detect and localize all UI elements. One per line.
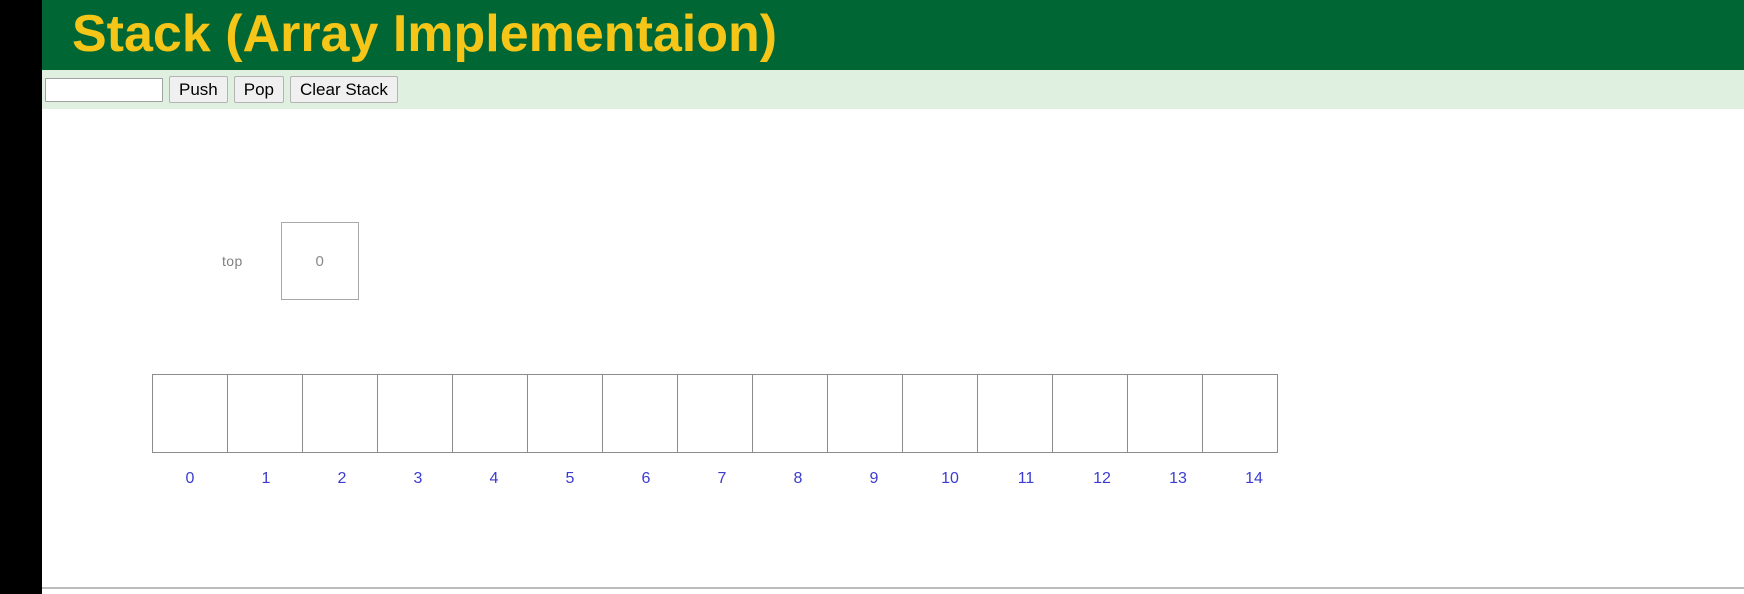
array-cell [303, 375, 378, 453]
stack-array: 0 1 2 3 4 5 6 7 8 9 10 11 12 13 14 [152, 374, 1292, 488]
array-cell [1128, 375, 1203, 453]
array-cell [603, 375, 678, 453]
array-cell [678, 375, 753, 453]
array-index-label: 0 [185, 470, 195, 487]
array-cell [903, 375, 978, 453]
left-black-rail [0, 0, 42, 594]
stack-value-input[interactable] [45, 77, 163, 102]
array-cell [828, 375, 903, 453]
array-index-label: 11 [1017, 470, 1035, 487]
array-index-label: 1 [261, 470, 271, 487]
array-index-label: 10 [941, 470, 959, 487]
visualization-stage: top 0 0 1 2 3 4 5 6 7 8 9 10 11 12 13 14 [42, 109, 1744, 594]
array-index-label: 3 [413, 470, 423, 487]
array-cell [753, 375, 828, 453]
array-cell [528, 375, 603, 453]
top-pointer-group: top 0 [222, 222, 359, 300]
array-index-label: 14 [1245, 470, 1263, 487]
array-cell [453, 375, 528, 453]
page-canvas: Stack (Array Implementaion) Push Pop Cle… [42, 0, 1744, 594]
page-header: Stack (Array Implementaion) [42, 0, 1744, 70]
array-cell [153, 375, 228, 453]
array-cell [1203, 375, 1278, 453]
stack-array-cells [152, 374, 1278, 453]
array-index-label: 13 [1169, 470, 1187, 487]
array-index-label: 9 [869, 470, 879, 487]
push-button[interactable]: Push [169, 76, 228, 103]
array-index-label: 6 [641, 470, 651, 487]
top-pointer-box: 0 [280, 222, 359, 300]
bottom-divider [42, 587, 1744, 589]
array-index-label: 5 [565, 470, 575, 487]
top-pointer-value: 0 [315, 252, 324, 270]
controls-toolbar: Push Pop Clear Stack [42, 70, 1744, 109]
top-pointer-label: top [222, 253, 243, 269]
page-title: Stack (Array Implementaion) [72, 5, 778, 63]
array-cell [228, 375, 303, 453]
array-index-label: 12 [1093, 470, 1111, 487]
array-index-label: 4 [489, 470, 499, 487]
array-cell [378, 375, 453, 453]
array-cell [978, 375, 1053, 453]
clear-stack-button[interactable]: Clear Stack [290, 76, 398, 103]
array-index-label: 2 [337, 470, 347, 487]
pop-button[interactable]: Pop [233, 76, 284, 103]
array-cell [1053, 375, 1128, 453]
stack-array-indices: 0 1 2 3 4 5 6 7 8 9 10 11 12 13 14 [152, 470, 1292, 488]
array-index-label: 7 [717, 470, 727, 487]
array-index-label: 8 [793, 470, 803, 487]
